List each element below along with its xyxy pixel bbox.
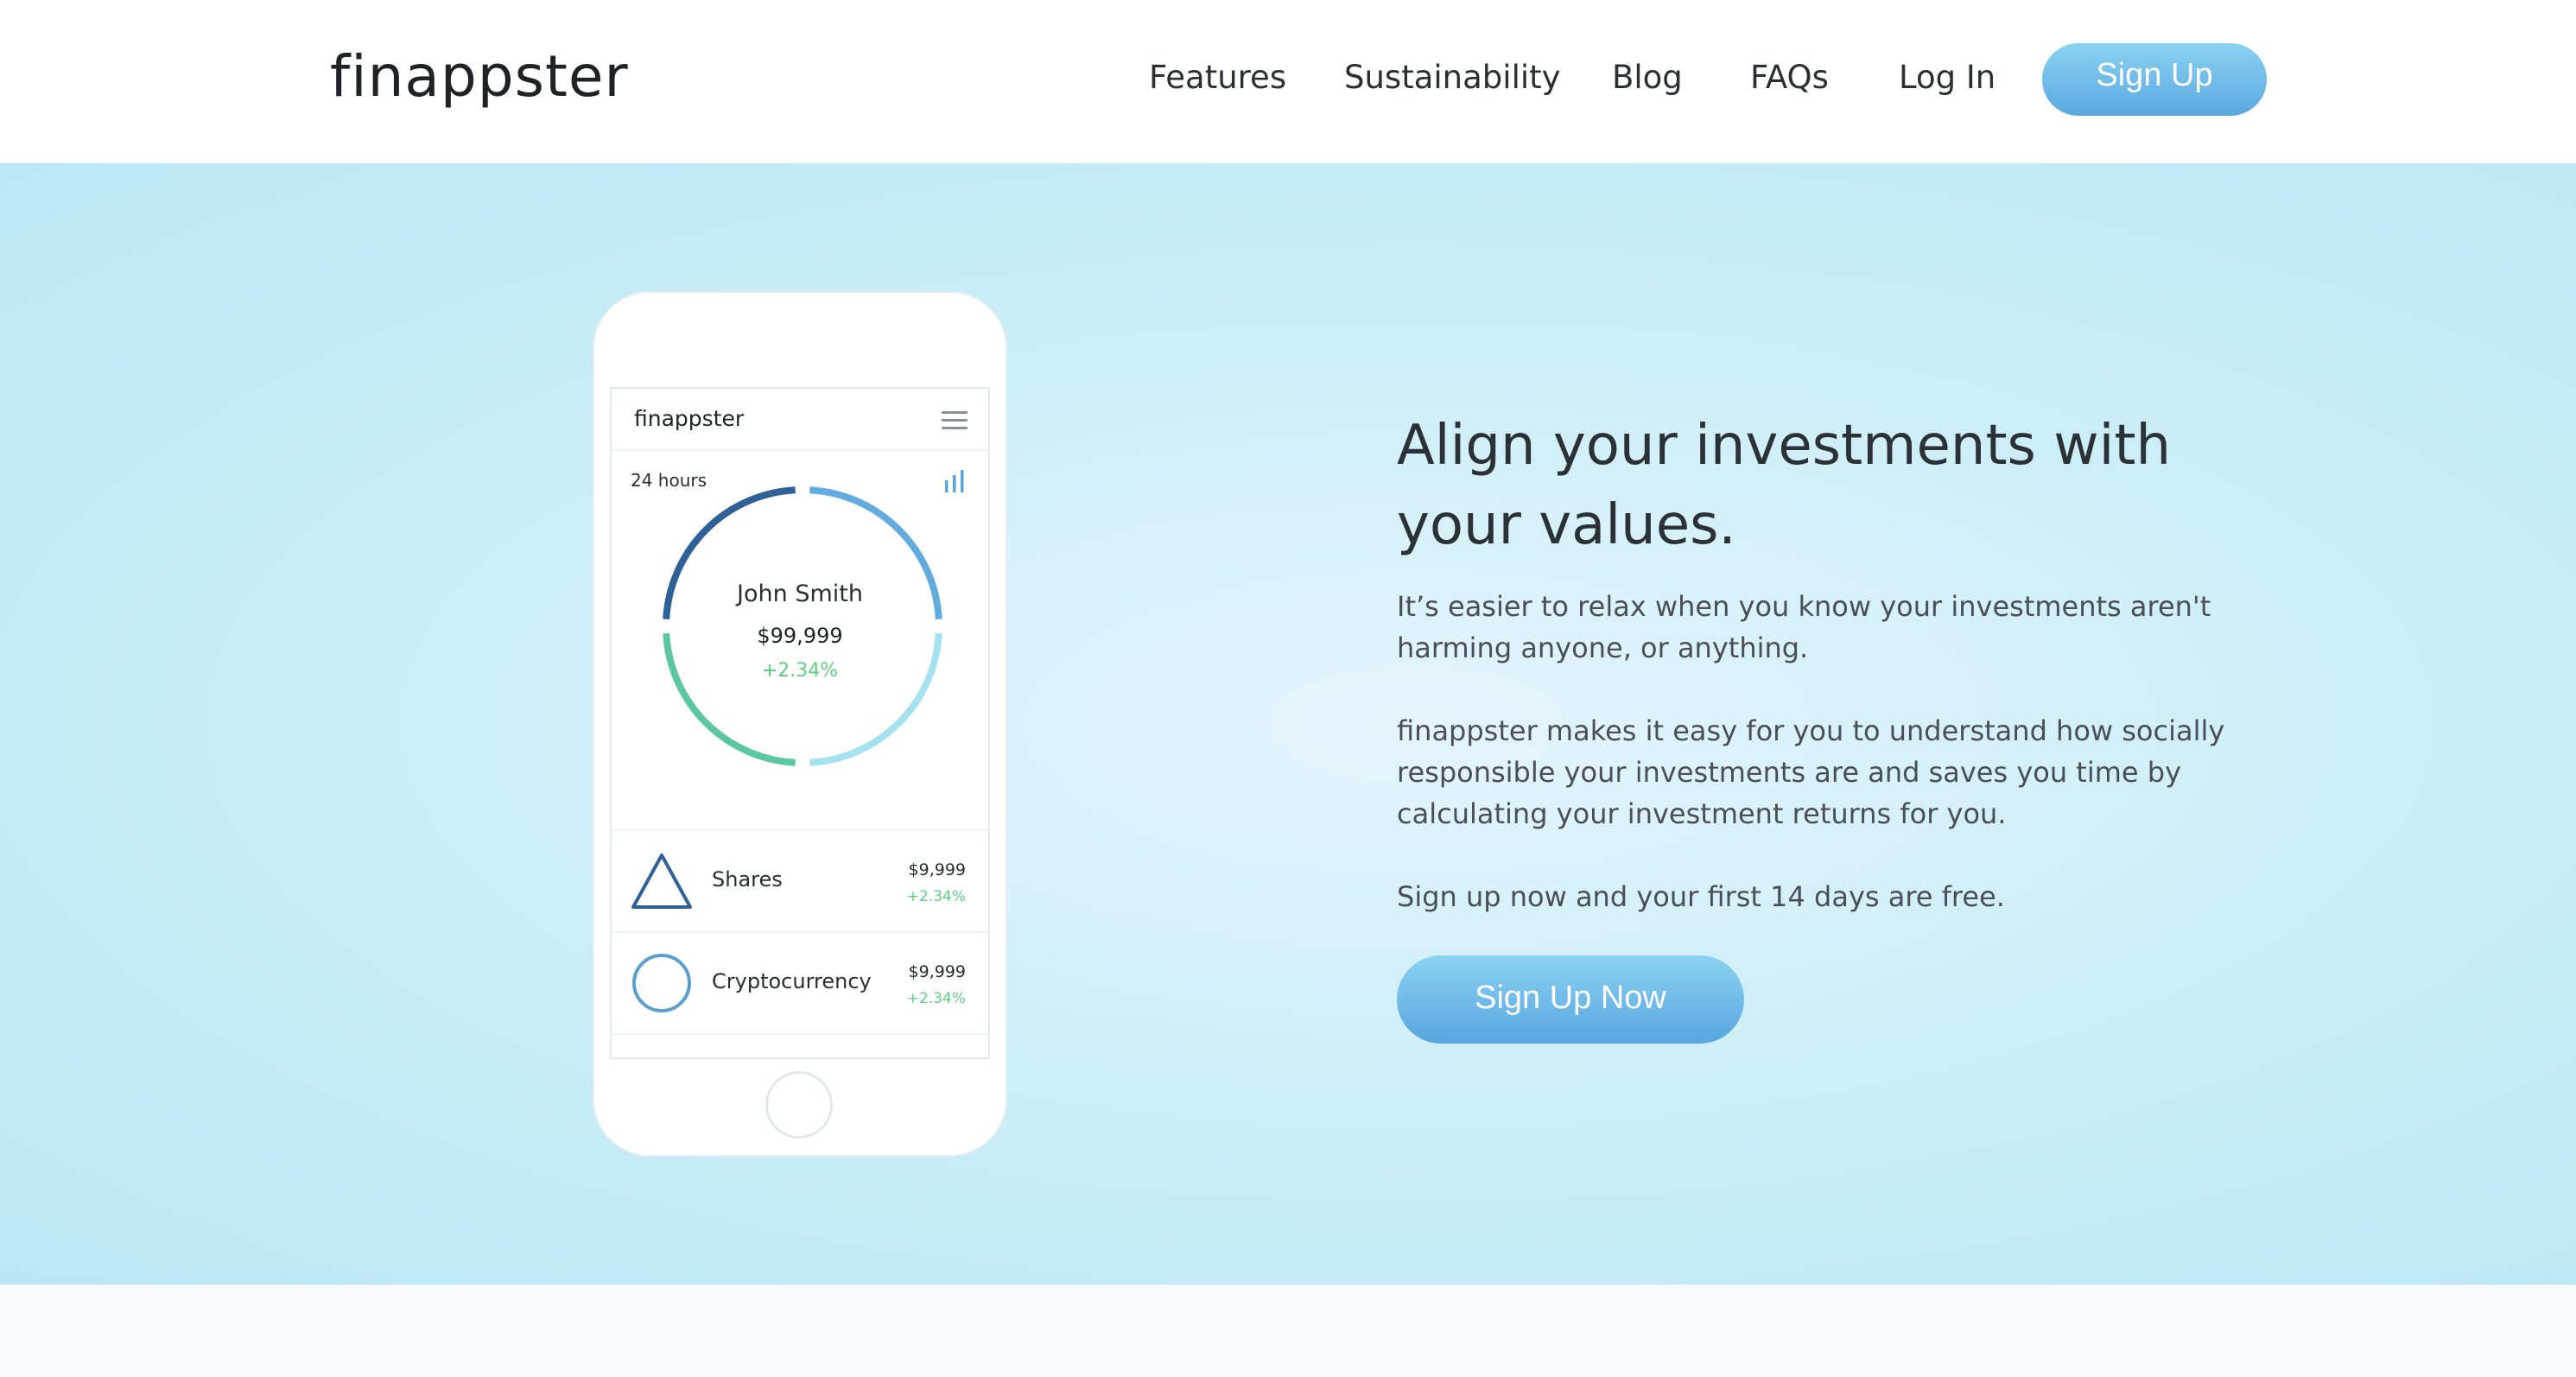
holding-label: Shares [712, 867, 783, 892]
hero-paragraph-3: Sign up now and your first 14 days are f… [1397, 880, 2005, 913]
hamburger-menu-icon [942, 411, 968, 430]
nav-link-faqs[interactable]: FAQs [1750, 59, 1829, 96]
bar-chart-icon [945, 470, 964, 492]
site-logo[interactable]: finappster [330, 43, 629, 110]
holding-value: $9,999 [908, 860, 966, 879]
circle-icon [632, 954, 691, 1012]
account-value: $99,999 [757, 624, 843, 648]
screen-header-divider [612, 449, 988, 451]
hero-paragraph-1: It’s easier to relax when you know your … [1397, 590, 2211, 664]
holding-row-shares[interactable]: Shares $9,999 +2.34% [612, 831, 988, 931]
row-divider [612, 1033, 988, 1035]
next-section-edge [0, 1285, 2576, 1377]
account-change: +2.34% [761, 660, 839, 682]
holding-change: +2.34% [906, 888, 966, 905]
holding-change: +2.34% [906, 990, 966, 1007]
nav-link-features[interactable]: Features [1149, 59, 1286, 96]
holding-label: Cryptocurrency [712, 969, 872, 993]
sign-up-button[interactable]: Sign Up [2042, 43, 2267, 116]
phone-home-button [765, 1071, 833, 1139]
phone-screen: finappster 24 hours John Smith $99,999 +… [610, 387, 990, 1059]
holding-value: $9,999 [908, 962, 966, 981]
holding-row-cryptocurrency[interactable]: Cryptocurrency $9,999 +2.34% [612, 933, 988, 1033]
app-logo: finappster [634, 406, 745, 431]
top-navigation-bar: finappster Features Sustainability Blog … [0, 0, 2576, 163]
triangle-icon [631, 853, 692, 909]
nav-link-blog[interactable]: Blog [1612, 59, 1683, 96]
ring-segment-bottom-left [663, 633, 796, 766]
hero-paragraph-2: finappster makes it easy for you to unde… [1397, 714, 2225, 830]
ring-segment-bottom-right [809, 633, 942, 766]
nav-link-log-in[interactable]: Log In [1899, 59, 1995, 96]
nav-link-sustainability[interactable]: Sustainability [1344, 59, 1561, 96]
hero-headline: Align your investments with your values. [1397, 414, 2171, 557]
account-name: John Smith [737, 581, 863, 607]
sign-up-now-button[interactable]: Sign Up Now [1397, 955, 1744, 1044]
